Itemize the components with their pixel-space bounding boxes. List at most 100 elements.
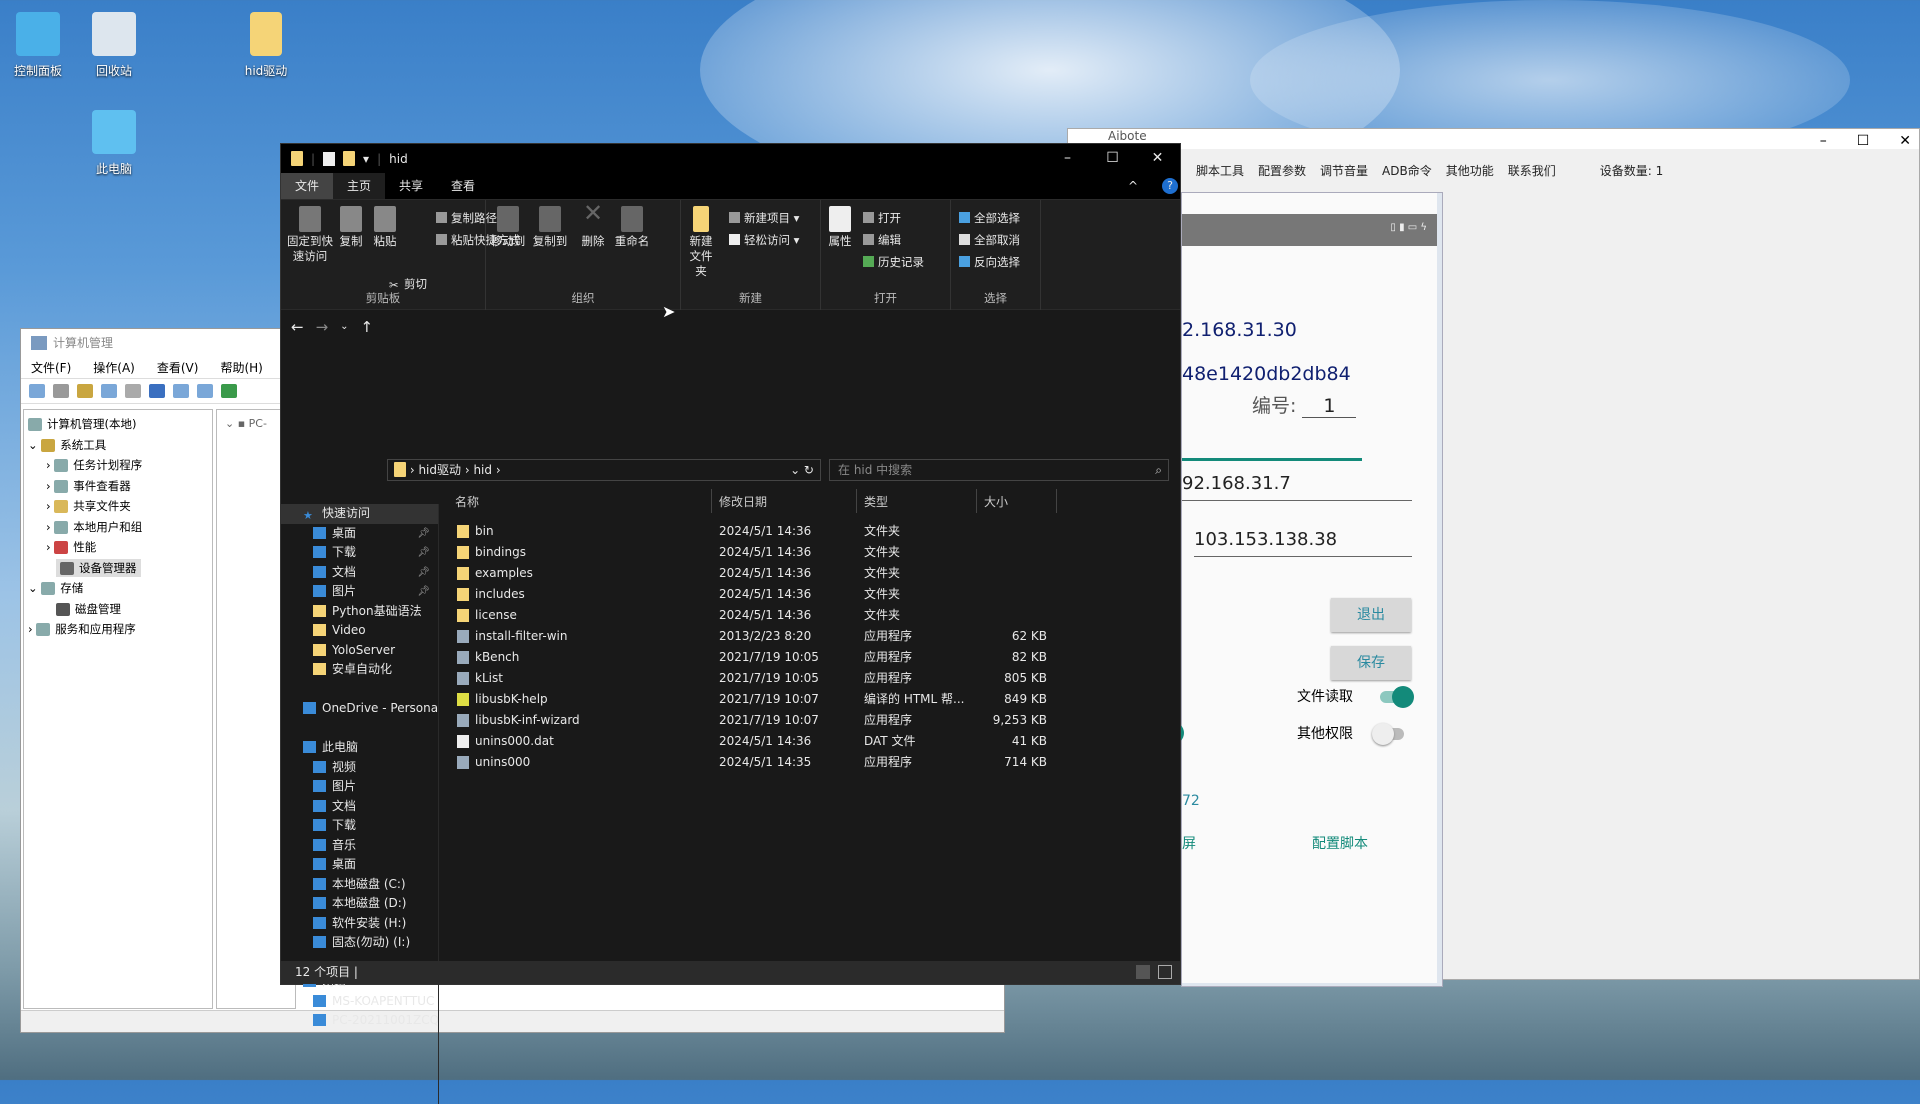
help-icon[interactable]: ?	[1162, 178, 1178, 194]
column-date[interactable]: 修改日期	[719, 493, 767, 510]
menu-help[interactable]: 帮助(H)	[220, 359, 262, 376]
menu-adb[interactable]: ADB命令	[1382, 162, 1432, 179]
tree-item[interactable]: › 服务和应用程序	[24, 619, 212, 640]
tree-item[interactable]: › 任务计划程序	[24, 455, 212, 476]
ip-input[interactable]: 92.168.31.7	[1182, 473, 1291, 494]
update-driver-icon[interactable]	[221, 384, 237, 398]
properties-quick-icon[interactable]	[323, 151, 336, 166]
tree-item[interactable]: ⌄ 存储	[24, 578, 212, 599]
file-row[interactable]: install-filter-win 2013/2/23 8:20 应用程序 6…	[439, 626, 1179, 647]
breadcrumb-item[interactable]: hid	[473, 463, 492, 477]
copy-button[interactable]: 复制	[337, 206, 365, 249]
large-icons-view-icon[interactable]	[1158, 965, 1172, 979]
easy-access-button[interactable]: 轻松访问 ▾	[729, 233, 799, 248]
tree-item[interactable]: 计算机管理(本地)	[24, 414, 212, 435]
new-folder-quick-icon[interactable]	[343, 151, 356, 166]
tree-item[interactable]: › 共享文件夹	[24, 496, 212, 517]
menu-volume[interactable]: 调节音量	[1320, 162, 1368, 179]
properties-icon[interactable]	[125, 384, 141, 398]
pin-icon[interactable]: 📌︎	[417, 582, 430, 602]
close-button[interactable]: ✕	[1135, 144, 1180, 173]
pin-icon[interactable]: 📌︎	[417, 524, 430, 544]
save-button[interactable]: 保存	[1331, 646, 1411, 680]
nav-item[interactable]: 桌面	[281, 855, 438, 875]
search-input[interactable]: 在 hid 中搜索 ⌕	[829, 459, 1169, 481]
menu-script-tools[interactable]: 脚本工具	[1196, 162, 1244, 179]
column-name[interactable]: 名称	[455, 493, 479, 510]
invert-selection-button[interactable]: 反向选择	[959, 255, 1020, 270]
menu-view[interactable]: 查看(V)	[157, 359, 199, 376]
back-icon[interactable]	[29, 384, 45, 398]
history-button[interactable]: 历史记录	[863, 255, 924, 270]
back-icon[interactable]: ←	[291, 318, 304, 336]
desktop-icon-recycle-bin[interactable]: 回收站	[74, 12, 154, 79]
tree-item[interactable]: › 性能	[24, 537, 212, 558]
menu-config[interactable]: 配置参数	[1258, 162, 1306, 179]
nav-item[interactable]: 视频	[281, 758, 438, 778]
edit-button[interactable]: 编辑	[863, 233, 901, 248]
help-icon[interactable]	[149, 384, 165, 398]
file-row[interactable]: license 2024/5/1 14:36 文件夹	[439, 605, 1179, 626]
pin-quick-access-button[interactable]: 固定到快速访问	[285, 206, 335, 264]
minimize-button[interactable]: –	[1045, 144, 1090, 173]
tree-item[interactable]: › 本地用户和组	[24, 517, 212, 538]
tab-share[interactable]: 共享	[385, 173, 437, 199]
nav-item[interactable]: Video	[281, 621, 438, 641]
file-read-toggle[interactable]	[1380, 686, 1414, 708]
nav-item[interactable]: 软件安装 (H:)	[281, 914, 438, 934]
customize-quick-access-icon[interactable]: ▾	[363, 152, 369, 166]
desktop-icon-hid-folder[interactable]: hid驱动	[226, 12, 306, 79]
new-folder-button[interactable]: 新建文件夹	[685, 206, 717, 279]
pin-icon[interactable]: 📌︎	[417, 543, 430, 563]
phone-screen[interactable]: ▯ ▮ ▭ ϟ 2.168.31.30 48e1420db2db84 编号: 1…	[1152, 192, 1443, 987]
column-size[interactable]: 大小	[984, 493, 1008, 510]
partial-link[interactable]: 屏	[1182, 833, 1196, 853]
desktop-icon-this-pc[interactable]: 此电脑	[74, 110, 154, 177]
menu-action[interactable]: 操作(A)	[93, 359, 135, 376]
tree-item[interactable]: ⌄ 系统工具	[24, 435, 212, 456]
minimize-button[interactable]: –	[1820, 133, 1827, 149]
desktop-icon-control-panel[interactable]: 控制面板	[0, 12, 78, 79]
other-permission-toggle[interactable]	[1372, 723, 1404, 745]
maximize-button[interactable]: ☐	[1090, 144, 1135, 173]
show-hide-tree-icon[interactable]	[101, 384, 117, 398]
collapse-ribbon-icon[interactable]: ^	[1114, 173, 1152, 199]
file-row[interactable]: includes 2024/5/1 14:36 文件夹	[439, 584, 1179, 605]
nav-item[interactable]: 固态(勿动) (I:)	[281, 933, 438, 953]
config-script-link[interactable]: 配置脚本	[1312, 833, 1368, 853]
copy-to-button[interactable]: 复制到	[530, 206, 570, 249]
nav-item[interactable]: 本地磁盘 (D:)	[281, 894, 438, 914]
file-row[interactable]: unins000.dat 2024/5/1 14:36 DAT 文件 41 KB	[439, 731, 1179, 752]
column-type[interactable]: 类型	[864, 493, 888, 510]
nav-item[interactable]: 下载	[281, 816, 438, 836]
tree-item[interactable]: › 事件查看器	[24, 476, 212, 497]
rename-button[interactable]: 重命名	[612, 206, 652, 249]
menu-file[interactable]: 文件(F)	[31, 359, 71, 376]
nav-item[interactable]: Python基础语法	[281, 602, 438, 622]
details-view-icon[interactable]	[1136, 965, 1150, 979]
tree-item[interactable]: 磁盘管理	[24, 599, 212, 620]
file-row[interactable]: bin 2024/5/1 14:36 文件夹	[439, 521, 1179, 542]
file-row[interactable]: libusbK-help 2021/7/19 10:07 编译的 HTML 帮.…	[439, 689, 1179, 710]
forward-icon[interactable]: →	[316, 318, 329, 336]
file-row[interactable]: examples 2024/5/1 14:36 文件夹	[439, 563, 1179, 584]
nav-item[interactable]: 音乐	[281, 836, 438, 856]
nav-item[interactable]: 此电脑	[281, 738, 438, 758]
close-button[interactable]: ✕	[1899, 133, 1911, 149]
exit-button[interactable]: 退出	[1331, 598, 1411, 632]
nav-item[interactable]: ★ 快速访问	[281, 504, 438, 524]
file-row[interactable]: kList 2021/7/19 10:05 应用程序 805 KB	[439, 668, 1179, 689]
move-to-button[interactable]: 移动到	[488, 206, 528, 249]
file-row[interactable]: libusbK-inf-wizard 2021/7/19 10:07 应用程序 …	[439, 710, 1179, 731]
nav-item[interactable]: 桌面 📌︎	[281, 524, 438, 544]
tab-view[interactable]: 查看	[437, 173, 489, 199]
recent-locations-icon[interactable]: ⌄	[340, 321, 348, 332]
nav-item[interactable]: OneDrive - Persona	[281, 699, 438, 719]
properties-button[interactable]: 属性	[827, 206, 853, 249]
nav-item[interactable]: YoloServer	[281, 641, 438, 661]
nav-item[interactable]: 文档 📌︎	[281, 563, 438, 583]
pin-icon[interactable]: 📌︎	[417, 563, 430, 583]
file-row[interactable]: bindings 2024/5/1 14:36 文件夹	[439, 542, 1179, 563]
nav-item[interactable]: 下载 📌︎	[281, 543, 438, 563]
breadcrumb-item[interactable]: hid驱动	[418, 463, 461, 477]
